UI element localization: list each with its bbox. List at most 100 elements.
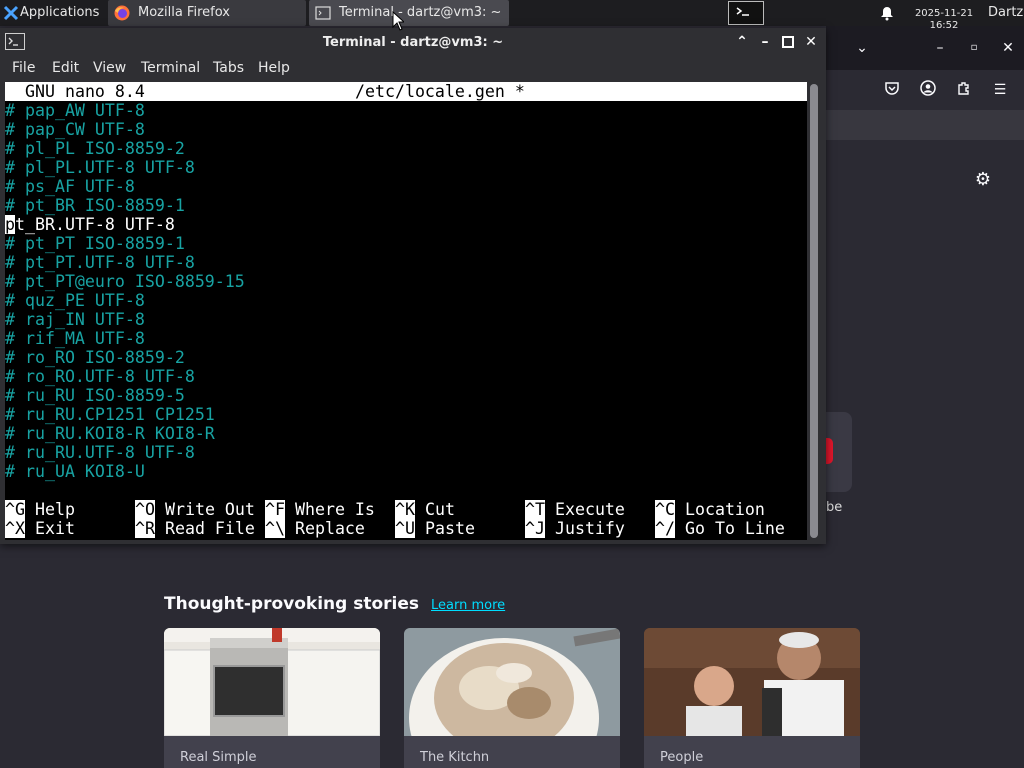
locale-line-commented[interactable]: # ru_UA KOI8-U <box>5 462 245 481</box>
locale-line-commented[interactable]: # pap_CW UTF-8 <box>5 120 245 139</box>
locale-line-commented[interactable]: # ru_RU.KOI8-R KOI8-R <box>5 424 245 443</box>
locale-line-commented[interactable]: # pt_PT ISO-8859-1 <box>5 234 245 253</box>
terminal-icon <box>315 6 331 20</box>
terminal-content[interactable]: GNU nano 8.4 /etc/locale.gen * # pap_AW … <box>5 82 807 540</box>
shortcut-label: Cut <box>424 500 455 519</box>
story-card[interactable]: The Kitchn <box>404 628 620 768</box>
shortcut-paste: ^U Paste <box>395 519 475 538</box>
firefox-tab-strip: ⌄ – ▫ ✕ <box>826 26 1024 70</box>
account-icon[interactable] <box>918 80 938 102</box>
locale-line-active[interactable]: pt_BR.UTF-8 UTF-8 <box>5 215 245 234</box>
locale-line-commented[interactable]: # pt_BR ISO-8859-1 <box>5 196 245 215</box>
user-menu[interactable]: Dartz <box>988 0 1024 26</box>
shortcut-key: ^O <box>135 500 155 519</box>
scrollbar-thumb[interactable] <box>810 84 818 538</box>
close-icon[interactable]: ✕ <box>803 33 819 51</box>
locale-line-commented[interactable]: # ru_RU.UTF-8 UTF-8 <box>5 443 245 462</box>
shortcut-label: Execute <box>554 500 625 519</box>
close-icon[interactable]: ✕ <box>998 38 1018 58</box>
story-source: Real Simple <box>180 750 257 765</box>
menu-icon[interactable]: ☰ <box>990 80 1010 100</box>
shortcut-key: ^K <box>395 500 415 519</box>
line-text: t_BR.UTF-8 UTF-8 <box>15 215 175 234</box>
applications-menu[interactable]: Applications <box>0 0 106 26</box>
shortcut-exit: ^X Exit <box>5 519 75 538</box>
shortcut-read-file: ^R Read File <box>135 519 255 538</box>
locale-line-commented[interactable]: # pl_PL ISO-8859-2 <box>5 139 245 158</box>
maximize-icon[interactable]: ▫ <box>964 38 984 58</box>
locale-line-commented[interactable]: # ru_RU ISO-8859-5 <box>5 386 245 405</box>
shortcut-label: Justify <box>554 519 625 538</box>
shortcut-key: ^U <box>395 519 415 538</box>
maximize-icon[interactable] <box>780 33 796 51</box>
story-source: The Kitchn <box>420 750 490 765</box>
learn-more-link[interactable]: Learn more <box>431 598 505 613</box>
menu-tabs[interactable]: Tabs <box>213 60 244 76</box>
editor-lines[interactable]: # pap_AW UTF-8 # pap_CW UTF-8 # pl_PL ISO-… <box>5 101 245 481</box>
terminal-launcher-icon[interactable] <box>728 1 764 25</box>
pocket-icon[interactable] <box>882 80 902 102</box>
settings-gear-icon[interactable]: ⚙ <box>972 170 994 190</box>
shortcut-location: ^C Location <box>655 500 765 519</box>
story-image-people <box>644 628 860 736</box>
locale-line-commented[interactable]: # pt_PT.UTF-8 UTF-8 <box>5 253 245 272</box>
locale-line-commented[interactable]: # raj_IN UTF-8 <box>5 310 245 329</box>
minimize-icon[interactable]: – <box>757 33 773 51</box>
shortcut-key: ^J <box>525 519 545 538</box>
tile-logo-icon <box>826 438 833 464</box>
text-cursor: p <box>5 215 15 234</box>
shortcut-replace: ^\ Replace <box>265 519 365 538</box>
shortcut-cut: ^K Cut <box>395 500 455 519</box>
taskbar-item-label: Mozilla Firefox <box>138 5 230 20</box>
locale-line-commented[interactable]: # quz_PE UTF-8 <box>5 291 245 310</box>
story-image-kitchen <box>164 628 380 737</box>
shortcut-key: ^R <box>135 519 155 538</box>
menu-help[interactable]: Help <box>258 60 290 76</box>
shortcut-go-to-line: ^/ Go To Line <box>655 519 785 538</box>
menu-view[interactable]: View <box>93 60 126 76</box>
menu-file[interactable]: File <box>12 60 35 76</box>
shortcut-label: Location <box>684 500 765 519</box>
shortcut-where-is: ^F Where Is <box>265 500 375 519</box>
shortcut-key: ^X <box>5 519 25 538</box>
firefox-bookmarks-strip <box>826 110 1024 140</box>
stories-title: Thought-provoking stories <box>164 594 420 614</box>
shortcut-label: Write Out <box>164 500 255 519</box>
applications-label: Applications <box>20 5 100 20</box>
shortcut-label: Paste <box>424 519 475 538</box>
taskbar-item-firefox[interactable]: Mozilla Firefox <box>108 0 306 26</box>
extensions-icon[interactable] <box>954 80 974 102</box>
terminal-titlebar[interactable]: Terminal - dartz@vm3: ~ ⌃ – ✕ <box>0 28 826 58</box>
shortcut-tile-label: be <box>826 500 843 515</box>
terminal-menubar: File Edit View Terminal Tabs Help <box>0 58 826 80</box>
shortcut-label: Read File <box>164 519 255 538</box>
shortcut-key: ^G <box>5 500 25 519</box>
shortcut-write-out: ^O Write Out <box>135 500 255 519</box>
chevron-down-icon[interactable]: ⌄ <box>852 38 872 58</box>
menu-edit[interactable]: Edit <box>52 60 79 76</box>
menu-terminal[interactable]: Terminal <box>141 60 200 76</box>
locale-line-commented[interactable]: # ru_RU.CP1251 CP1251 <box>5 405 245 424</box>
minimize-icon[interactable]: – <box>930 38 950 58</box>
locale-line-commented[interactable]: # ro_RO ISO-8859-2 <box>5 348 245 367</box>
locale-line-commented[interactable]: # rif_MA UTF-8 <box>5 329 245 348</box>
shade-up-icon[interactable]: ⌃ <box>734 33 750 51</box>
locale-line-commented[interactable]: # ps_AF UTF-8 <box>5 177 245 196</box>
shortcut-tile[interactable] <box>826 412 852 492</box>
story-card[interactable]: People <box>644 628 860 768</box>
locale-line-commented[interactable]: # pl_PL.UTF-8 UTF-8 <box>5 158 245 177</box>
story-card[interactable]: Real Simple <box>164 628 380 768</box>
firefox-toolbar: ☰ <box>826 70 1024 111</box>
notification-bell-icon[interactable] <box>880 0 900 26</box>
locale-line-commented[interactable]: # ro_RO.UTF-8 UTF-8 <box>5 367 245 386</box>
shortcut-label: Go To Line <box>684 519 785 538</box>
terminal-scrollbar[interactable] <box>810 84 818 538</box>
shortcut-label: Where Is <box>294 500 375 519</box>
shortcut-label: Replace <box>294 519 365 538</box>
taskbar-item-terminal[interactable]: Terminal - dartz@vm3: ~ <box>309 0 509 26</box>
nano-version: GNU nano 8.4 <box>25 82 145 101</box>
locale-line-commented[interactable]: # pt_PT@euro ISO-8859-15 <box>5 272 245 291</box>
clock[interactable]: 2025-11-21 16:52 <box>906 0 982 31</box>
story-source: People <box>660 750 704 765</box>
locale-line-commented[interactable]: # pap_AW UTF-8 <box>5 101 245 120</box>
